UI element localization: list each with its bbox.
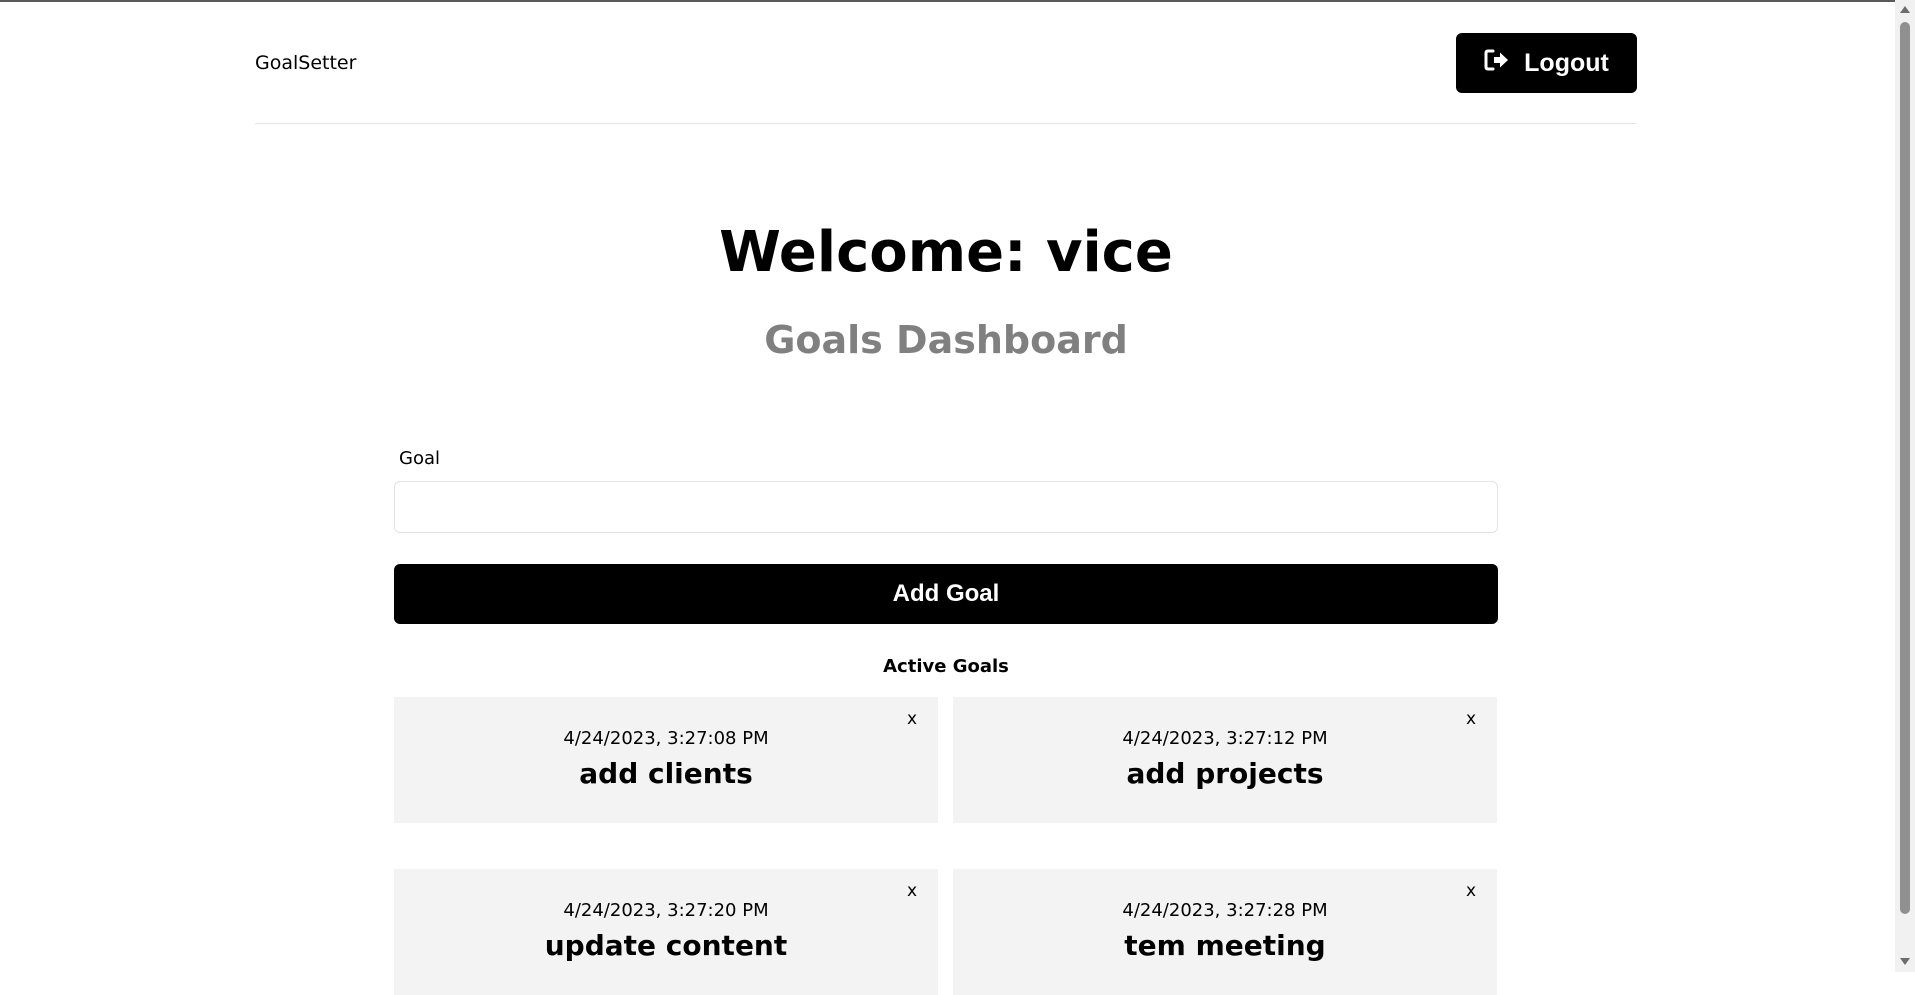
sign-out-icon [1484, 48, 1510, 79]
goal-date: 4/24/2023, 3:27:12 PM [1122, 728, 1328, 749]
header: GoalSetter Logout [255, 30, 1637, 124]
goal-text: update content [544, 929, 788, 962]
logout-button[interactable]: Logout [1456, 33, 1637, 93]
goal-input[interactable] [394, 481, 1498, 533]
brand-link[interactable]: GoalSetter [255, 52, 356, 74]
delete-goal-button[interactable]: x [1466, 881, 1476, 901]
goal-card: x 4/24/2023, 3:27:12 PM add projects [953, 697, 1497, 823]
goal-card: x 4/24/2023, 3:27:08 PM add clients [394, 697, 938, 823]
active-goals-heading: Active Goals [883, 656, 1009, 677]
page-scrollbar[interactable] [1895, 0, 1915, 972]
goal-text: add clients [579, 757, 753, 790]
goal-date: 4/24/2023, 3:27:28 PM [1122, 900, 1328, 921]
logout-label: Logout [1524, 48, 1609, 77]
delete-goal-button[interactable]: x [907, 709, 917, 729]
scroll-down-arrow-icon[interactable] [1900, 958, 1910, 965]
dashboard-subtitle: Goals Dashboard [764, 318, 1128, 362]
goal-card: x 4/24/2023, 3:27:28 PM tem meeting [953, 869, 1497, 995]
goal-date: 4/24/2023, 3:27:20 PM [563, 900, 769, 921]
scroll-up-arrow-icon[interactable] [1900, 6, 1910, 13]
scrollbar-thumb[interactable] [1900, 22, 1910, 914]
add-goal-button[interactable]: Add Goal [394, 564, 1498, 624]
goal-text: tem meeting [1124, 929, 1326, 962]
goal-date: 4/24/2023, 3:27:08 PM [563, 728, 769, 749]
goal-label: Goal [399, 448, 440, 469]
welcome-heading: Welcome: vice [719, 220, 1173, 285]
delete-goal-button[interactable]: x [907, 881, 917, 901]
goal-card: x 4/24/2023, 3:27:20 PM update content [394, 869, 938, 995]
goal-text: add projects [1126, 757, 1324, 790]
window-top-border [0, 0, 1915, 2]
delete-goal-button[interactable]: x [1466, 709, 1476, 729]
